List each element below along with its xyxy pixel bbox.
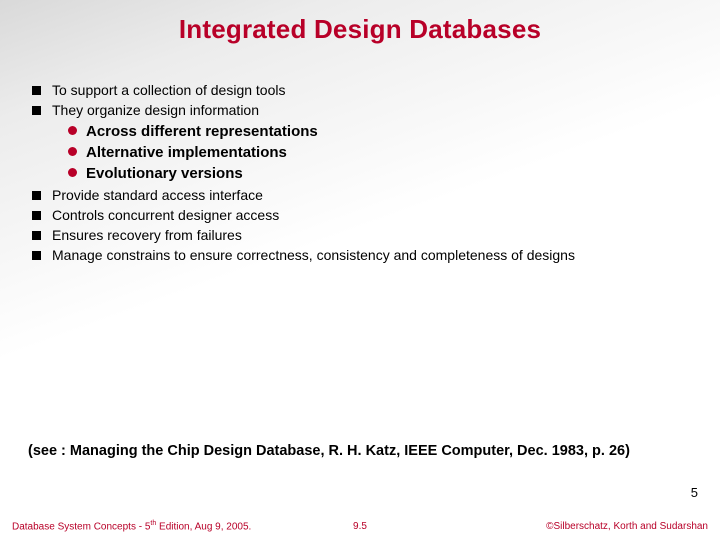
slide-content: To support a collection of design tools … bbox=[28, 82, 690, 267]
reference-text: (see : Managing the Chip Design Database… bbox=[28, 442, 690, 462]
slide-title: Integrated Design Databases bbox=[0, 14, 720, 45]
bullet-item: Ensures recovery from failures bbox=[28, 227, 690, 245]
bullet-item: Provide standard access interface bbox=[28, 187, 690, 205]
sub-bullet-item: Across different representations bbox=[28, 122, 690, 141]
sub-bullet-item: Alternative implementations bbox=[28, 143, 690, 162]
page-number-large: 5 bbox=[691, 485, 698, 500]
bullet-item: To support a collection of design tools bbox=[28, 82, 690, 100]
bullet-item: They organize design information bbox=[28, 102, 690, 120]
bullet-item: Controls concurrent designer access bbox=[28, 207, 690, 225]
sub-bullet-list: Across different representations Alterna… bbox=[28, 122, 690, 184]
bullet-item: Manage constrains to ensure correctness,… bbox=[28, 247, 690, 265]
footer-right: ©Silberschatz, Korth and Sudarshan bbox=[546, 521, 708, 532]
slide: Integrated Design Databases To support a… bbox=[0, 0, 720, 540]
sub-bullet-item: Evolutionary versions bbox=[28, 164, 690, 183]
bullet-list-bottom: Provide standard access interface Contro… bbox=[28, 187, 690, 265]
bullet-list-top: To support a collection of design tools … bbox=[28, 82, 690, 120]
